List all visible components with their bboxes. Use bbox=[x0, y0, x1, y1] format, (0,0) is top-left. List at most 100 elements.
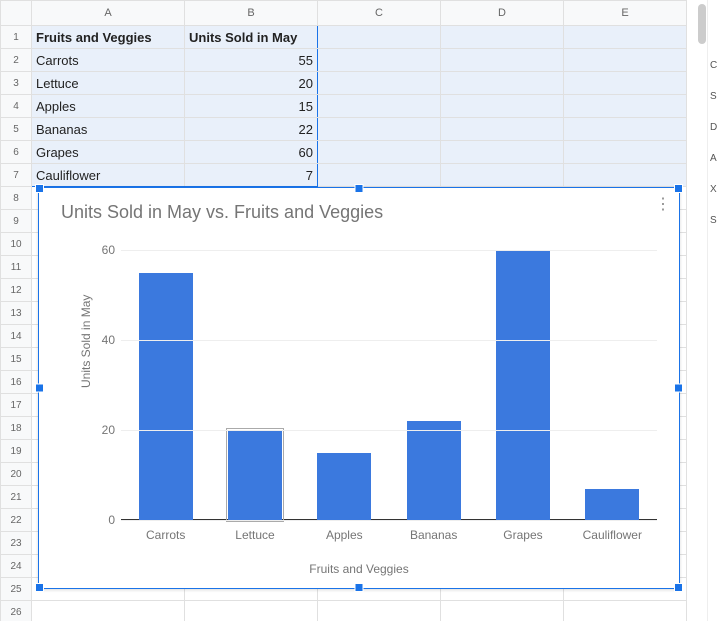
row-header[interactable]: 21 bbox=[1, 486, 32, 509]
row-header[interactable]: 16 bbox=[1, 371, 32, 394]
cell[interactable] bbox=[564, 26, 687, 49]
cell[interactable]: Bananas bbox=[32, 118, 185, 141]
row-header[interactable]: 5 bbox=[1, 118, 32, 141]
cell[interactable] bbox=[441, 26, 564, 49]
column-header-c[interactable]: C bbox=[318, 1, 441, 26]
chart-more-menu-icon[interactable]: ⋮ bbox=[653, 194, 673, 214]
resize-handle-n[interactable] bbox=[355, 184, 364, 193]
row-header[interactable]: 7 bbox=[1, 164, 32, 187]
chart-x-axis-label: Fruits and Veggies bbox=[39, 562, 679, 576]
cell[interactable] bbox=[564, 49, 687, 72]
row-header[interactable]: 23 bbox=[1, 532, 32, 555]
row-header[interactable]: 12 bbox=[1, 279, 32, 302]
chart-bar-slot: Lettuce bbox=[225, 430, 285, 520]
cell[interactable] bbox=[318, 95, 441, 118]
cell[interactable] bbox=[441, 118, 564, 141]
chart-bar-slot: Apples bbox=[314, 453, 374, 521]
row-header[interactable]: 24 bbox=[1, 555, 32, 578]
cell-header-a[interactable]: Fruits and Veggies bbox=[32, 26, 185, 49]
chart-bar[interactable] bbox=[317, 453, 371, 521]
cell[interactable] bbox=[318, 164, 441, 187]
cell[interactable]: 15 bbox=[185, 95, 318, 118]
resize-handle-se[interactable] bbox=[674, 583, 683, 592]
cell[interactable] bbox=[318, 72, 441, 95]
row-header[interactable]: 25 bbox=[1, 578, 32, 601]
resize-handle-nw[interactable] bbox=[35, 184, 44, 193]
cell[interactable] bbox=[441, 49, 564, 72]
cell[interactable] bbox=[441, 601, 564, 621]
column-header-d[interactable]: D bbox=[441, 1, 564, 26]
cell[interactable]: Carrots bbox=[32, 49, 185, 72]
chart-bar[interactable] bbox=[496, 250, 550, 520]
chart-gridline bbox=[121, 520, 657, 521]
chart-bar-slot: Bananas bbox=[404, 421, 464, 520]
row-header[interactable]: 8 bbox=[1, 187, 32, 210]
cell[interactable] bbox=[441, 141, 564, 164]
vertical-scrollbar[interactable] bbox=[698, 4, 706, 44]
row-header[interactable]: 15 bbox=[1, 348, 32, 371]
chart-y-tick: 60 bbox=[85, 243, 115, 257]
cell[interactable]: 55 bbox=[185, 49, 318, 72]
cell[interactable] bbox=[318, 26, 441, 49]
corner-cell[interactable] bbox=[1, 1, 32, 26]
cell[interactable] bbox=[564, 141, 687, 164]
resize-handle-ne[interactable] bbox=[674, 184, 683, 193]
row-header[interactable]: 11 bbox=[1, 256, 32, 279]
row-header[interactable]: 9 bbox=[1, 210, 32, 233]
cell[interactable] bbox=[564, 601, 687, 621]
row-header[interactable]: 19 bbox=[1, 440, 32, 463]
cell[interactable] bbox=[318, 49, 441, 72]
cell[interactable] bbox=[318, 601, 441, 621]
column-header-e[interactable]: E bbox=[564, 1, 687, 26]
row-header[interactable]: 4 bbox=[1, 95, 32, 118]
cell[interactable] bbox=[318, 118, 441, 141]
cell[interactable] bbox=[564, 164, 687, 187]
row-header[interactable]: 14 bbox=[1, 325, 32, 348]
cell[interactable]: 22 bbox=[185, 118, 318, 141]
chart-bar[interactable] bbox=[585, 489, 639, 521]
cell[interactable] bbox=[441, 95, 564, 118]
chart-category-label: Carrots bbox=[126, 528, 206, 542]
cell[interactable] bbox=[564, 95, 687, 118]
cell-header-b[interactable]: Units Sold in May bbox=[185, 26, 318, 49]
row-header[interactable]: 3 bbox=[1, 72, 32, 95]
row-header[interactable]: 13 bbox=[1, 302, 32, 325]
row-header[interactable]: 26 bbox=[1, 601, 32, 621]
row-header[interactable]: 10 bbox=[1, 233, 32, 256]
cell[interactable] bbox=[564, 118, 687, 141]
row-header[interactable]: 20 bbox=[1, 463, 32, 486]
cell[interactable] bbox=[441, 164, 564, 187]
resize-handle-sw[interactable] bbox=[35, 583, 44, 592]
cell[interactable] bbox=[318, 141, 441, 164]
cell[interactable] bbox=[185, 601, 318, 621]
cell[interactable] bbox=[564, 72, 687, 95]
chart-y-tick: 40 bbox=[85, 333, 115, 347]
cell[interactable]: Lettuce bbox=[32, 72, 185, 95]
cell[interactable] bbox=[441, 72, 564, 95]
row-header[interactable]: 17 bbox=[1, 394, 32, 417]
resize-handle-w[interactable] bbox=[35, 384, 44, 393]
chart-gridline bbox=[121, 250, 657, 251]
cell[interactable]: 7 bbox=[185, 164, 318, 187]
cell[interactable]: Grapes bbox=[32, 141, 185, 164]
cell[interactable]: 20 bbox=[185, 72, 318, 95]
chart-bar[interactable] bbox=[139, 273, 193, 521]
chart-bar-slot: Grapes bbox=[493, 250, 553, 520]
chart-bar[interactable] bbox=[407, 421, 461, 520]
resize-handle-s[interactable] bbox=[355, 583, 364, 592]
cell[interactable]: Apples bbox=[32, 95, 185, 118]
column-header-a[interactable]: A bbox=[32, 1, 185, 26]
row-header[interactable]: 1 bbox=[1, 26, 32, 49]
column-header-b[interactable]: B bbox=[185, 1, 318, 26]
row-header[interactable]: 22 bbox=[1, 509, 32, 532]
row-header[interactable]: 18 bbox=[1, 417, 32, 440]
sidebar-cropped-label: D bbox=[710, 122, 720, 133]
row-header[interactable]: 6 bbox=[1, 141, 32, 164]
cell[interactable] bbox=[32, 601, 185, 621]
chart-bar[interactable] bbox=[228, 430, 282, 520]
row-header[interactable]: 2 bbox=[1, 49, 32, 72]
resize-handle-e[interactable] bbox=[674, 384, 683, 393]
cell[interactable]: 60 bbox=[185, 141, 318, 164]
cell[interactable]: Cauliflower bbox=[32, 164, 185, 187]
embedded-chart[interactable]: ⋮ Units Sold in May vs. Fruits and Veggi… bbox=[38, 187, 680, 589]
